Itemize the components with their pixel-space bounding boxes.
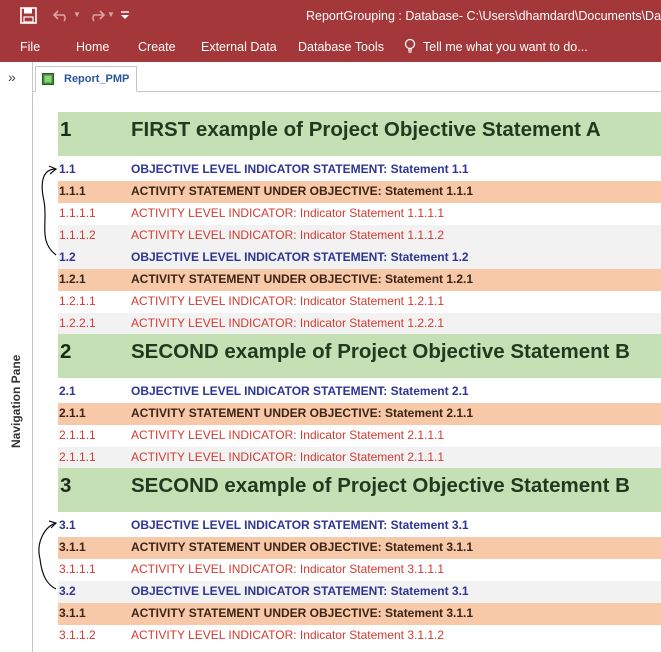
activity-statement: ACTIVITY STATEMENT UNDER OBJECTIVE: Stat… [131, 406, 474, 420]
indicator-row: 1.2 OBJECTIVE LEVEL INDICATOR STATEMENT:… [58, 247, 661, 269]
indicator-number: 1.1 [59, 162, 76, 176]
activity-indicator-statement: ACTIVITY LEVEL INDICATOR: Indicator Stat… [131, 228, 445, 242]
activity-indicator-statement: ACTIVITY LEVEL INDICATOR: Indicator Stat… [131, 562, 445, 576]
indicator-number: 3.2 [59, 584, 76, 598]
activity-indicator-statement: ACTIVITY LEVEL INDICATOR: Indicator Stat… [131, 428, 445, 442]
indicator-statement: OBJECTIVE LEVEL INDICATOR STATEMENT: Sta… [131, 162, 469, 176]
indicator-statement: OBJECTIVE LEVEL INDICATOR STATEMENT: Sta… [131, 250, 469, 264]
customize-qat-icon[interactable] [120, 9, 130, 21]
activity-statement: ACTIVITY STATEMENT UNDER OBJECTIVE: Stat… [131, 184, 474, 198]
objective-number: 1 [60, 118, 72, 141]
objective-group-header: 2 SECOND example of Project Objective St… [58, 334, 661, 378]
activity-indicator-statement: ACTIVITY LEVEL INDICATOR: Indicator Stat… [131, 294, 445, 308]
objective-statement: FIRST example of Project Objective State… [131, 118, 601, 141]
ribbon-tab-bar: File Home Create External Data Database … [0, 33, 661, 62]
indicator-statement: OBJECTIVE LEVEL INDICATOR STATEMENT: Sta… [131, 584, 469, 598]
expand-chevron-icon[interactable]: » [8, 70, 16, 84]
activity-indicator-row: 2.1.1.1 ACTIVITY LEVEL INDICATOR: Indica… [58, 447, 661, 469]
redo-icon[interactable] [86, 8, 106, 22]
objective-number: 3 [60, 474, 72, 497]
indicator-statement: OBJECTIVE LEVEL INDICATOR STATEMENT: Sta… [131, 518, 469, 532]
save-icon[interactable] [20, 7, 37, 24]
bracket-arrow [38, 520, 58, 590]
tab-database-tools[interactable]: Database Tools [298, 40, 384, 54]
tab-home[interactable]: Home [76, 40, 109, 54]
tab-external-data[interactable]: External Data [201, 40, 277, 54]
activity-indicator-number: 1.2.1.1 [59, 294, 96, 308]
activity-indicator-number: 1.1.1.1 [59, 206, 96, 220]
activity-indicator-number: 3.1.1.2 [59, 628, 96, 642]
activity-indicator-statement: ACTIVITY LEVEL INDICATOR: Indicator Stat… [131, 628, 445, 642]
objective-group-header: 1 FIRST example of Project Objective Sta… [58, 112, 661, 156]
indicator-number: 1.2 [59, 250, 76, 264]
undo-icon[interactable] [52, 8, 72, 22]
navigation-pane: » Navigation Pane [0, 62, 33, 652]
tab-report-pmp[interactable]: Report_PMP [35, 66, 137, 92]
lightbulb-icon [404, 38, 416, 53]
activity-number: 1.2.1 [59, 272, 86, 286]
activity-indicator-row: 1.1.1.2 ACTIVITY LEVEL INDICATOR: Indica… [58, 225, 661, 247]
activity-number: 3.1.1 [59, 606, 86, 620]
report-icon [42, 73, 54, 85]
tab-create[interactable]: Create [138, 40, 176, 54]
activity-number: 3.1.1 [59, 540, 86, 554]
access-window: ▼ ▼ ReportGrouping : Database- C:\Users\… [0, 0, 661, 652]
activity-number: 2.1.1 [59, 406, 86, 420]
activity-row: 1.1.1 ACTIVITY STATEMENT UNDER OBJECTIVE… [58, 181, 661, 203]
window-title: ReportGrouping : Database- C:\Users\dham… [306, 9, 661, 23]
activity-indicator-statement: ACTIVITY LEVEL INDICATOR: Indicator Stat… [131, 206, 445, 220]
objective-number: 2 [60, 340, 72, 363]
indicator-number: 3.1 [59, 518, 76, 532]
activity-row: 3.1.1 ACTIVITY STATEMENT UNDER OBJECTIVE… [58, 603, 661, 625]
objective-statement: SECOND example of Project Objective Stat… [131, 340, 630, 363]
bracket-arrow [41, 165, 58, 256]
objective-statement: SECOND example of Project Objective Stat… [131, 474, 630, 497]
indicator-row: 2.1 OBJECTIVE LEVEL INDICATOR STATEMENT:… [58, 381, 661, 403]
activity-indicator-row: 2.1.1.1 ACTIVITY LEVEL INDICATOR: Indica… [58, 425, 661, 447]
activity-indicator-row: 1.2.1.1 ACTIVITY LEVEL INDICATOR: Indica… [58, 291, 661, 313]
navigation-pane-label[interactable]: Navigation Pane [9, 355, 23, 448]
activity-number: 1.1.1 [59, 184, 86, 198]
activity-indicator-row: 1.2.2.1 ACTIVITY LEVEL INDICATOR: Indica… [58, 313, 661, 335]
activity-indicator-row: 3.1.1.1 ACTIVITY LEVEL INDICATOR: Indica… [58, 559, 661, 581]
activity-row: 1.2.1 ACTIVITY STATEMENT UNDER OBJECTIVE… [58, 269, 661, 291]
activity-indicator-number: 3.1.1.1 [59, 562, 96, 576]
objective-group-header: 3 SECOND example of Project Objective St… [58, 468, 661, 512]
activity-statement: ACTIVITY STATEMENT UNDER OBJECTIVE: Stat… [131, 272, 474, 286]
indicator-row: 3.1 OBJECTIVE LEVEL INDICATOR STATEMENT:… [58, 515, 661, 537]
activity-indicator-number: 2.1.1.1 [59, 450, 96, 464]
activity-row: 2.1.1 ACTIVITY STATEMENT UNDER OBJECTIVE… [58, 403, 661, 425]
activity-row: 3.1.1 ACTIVITY STATEMENT UNDER OBJECTIVE… [58, 537, 661, 559]
tab-file[interactable]: File [20, 40, 40, 54]
tell-me-box[interactable]: Tell me what you want to do... [423, 40, 588, 54]
activity-indicator-number: 2.1.1.1 [59, 428, 96, 442]
activity-indicator-number: 1.1.1.2 [59, 228, 96, 242]
indicator-row: 1.1 OBJECTIVE LEVEL INDICATOR STATEMENT:… [58, 159, 661, 181]
activity-indicator-number: 1.2.2.1 [59, 316, 96, 330]
indicator-row: 3.2 OBJECTIVE LEVEL INDICATOR STATEMENT:… [58, 581, 661, 603]
indicator-number: 2.1 [59, 384, 76, 398]
document-tab-label: Report_PMP [64, 73, 130, 85]
report-body: 1 FIRST example of Project Objective Sta… [34, 93, 661, 652]
redo-dropdown-icon[interactable]: ▼ [107, 10, 115, 19]
activity-indicator-row: 1.1.1.1 ACTIVITY LEVEL INDICATOR: Indica… [58, 203, 661, 225]
title-bar: ▼ ▼ ReportGrouping : Database- C:\Users\… [0, 0, 661, 33]
activity-statement: ACTIVITY STATEMENT UNDER OBJECTIVE: Stat… [131, 606, 474, 620]
undo-dropdown-icon[interactable]: ▼ [73, 10, 81, 19]
activity-indicator-row: 3.1.1.2 ACTIVITY LEVEL INDICATOR: Indica… [58, 625, 661, 647]
activity-indicator-statement: ACTIVITY LEVEL INDICATOR: Indicator Stat… [131, 450, 445, 464]
activity-statement: ACTIVITY STATEMENT UNDER OBJECTIVE: Stat… [131, 540, 474, 554]
activity-indicator-statement: ACTIVITY LEVEL INDICATOR: Indicator Stat… [131, 316, 445, 330]
document-tab-strip: Report_PMP [33, 62, 661, 92]
indicator-statement: OBJECTIVE LEVEL INDICATOR STATEMENT: Sta… [131, 384, 469, 398]
